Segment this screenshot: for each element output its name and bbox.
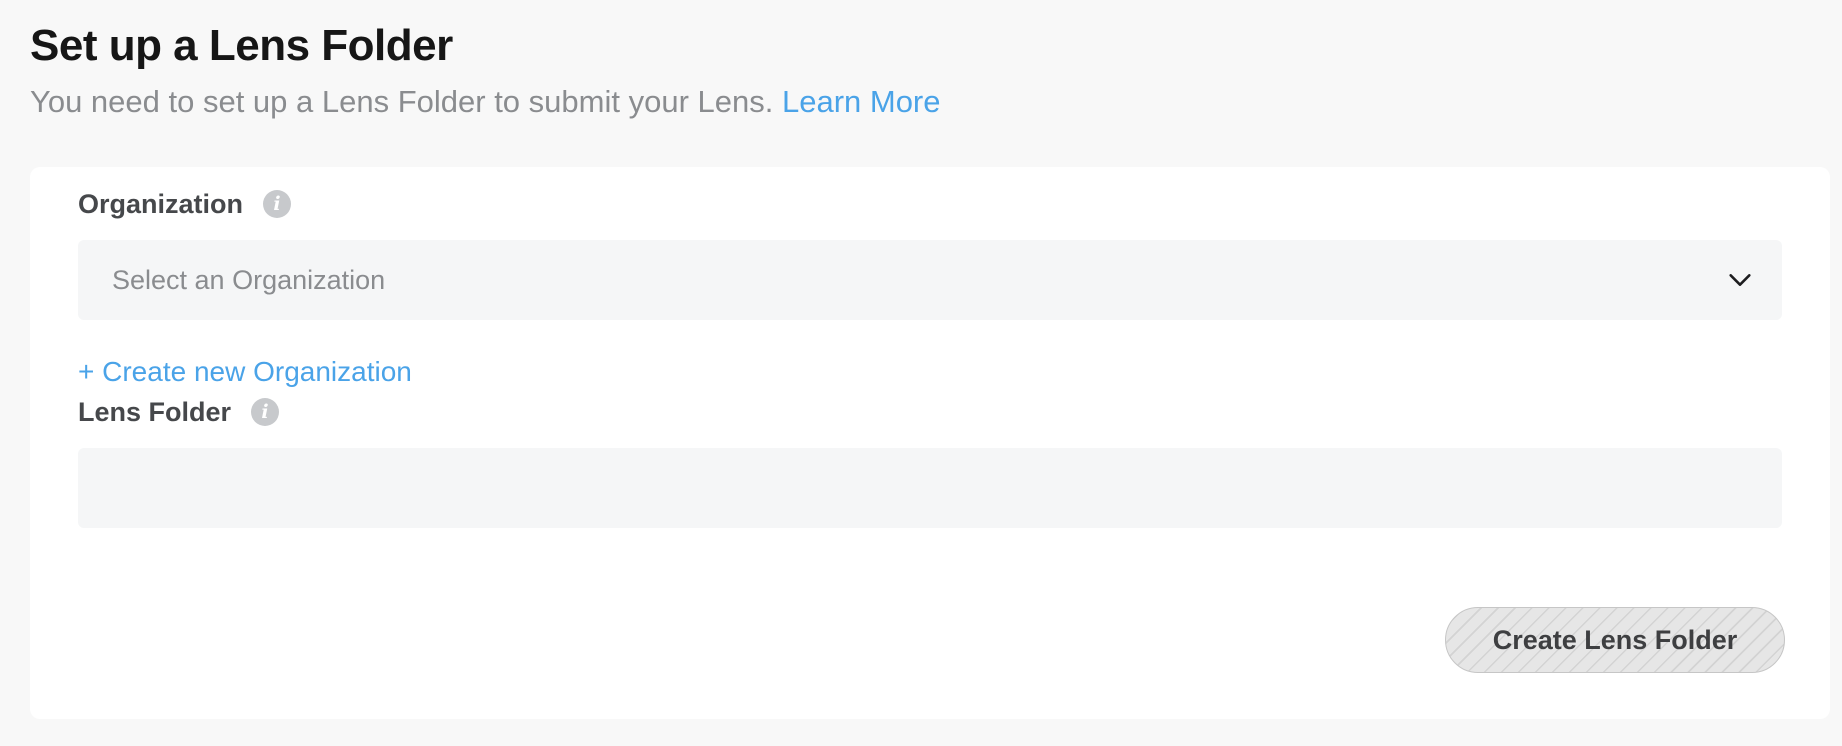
lens-folder-label-row: Lens Folder i (78, 395, 280, 429)
page-title: Set up a Lens Folder (30, 21, 453, 70)
create-lens-folder-button[interactable]: Create Lens Folder (1445, 607, 1785, 673)
create-new-organization-link[interactable]: + Create new Organization (78, 354, 412, 390)
organization-info-icon[interactable]: i (263, 190, 292, 218)
organization-select[interactable]: Select an Organization (78, 240, 1782, 320)
chevron-down-icon (1729, 274, 1751, 286)
learn-more-link[interactable]: Learn More (782, 84, 941, 119)
organization-label: Organization (78, 189, 244, 219)
lens-folder-info-icon[interactable]: i (251, 398, 280, 426)
organization-select-placeholder: Select an Organization (112, 265, 386, 295)
subtitle-text: You need to set up a Lens Folder to subm… (30, 84, 774, 119)
organization-label-row: Organization i (78, 187, 292, 221)
lens-folder-label: Lens Folder (78, 397, 232, 427)
lens-folder-input[interactable] (78, 448, 1782, 528)
lens-folder-form-card: Organization i Select an Organization + … (30, 167, 1830, 719)
page-subtitle: You need to set up a Lens Folder to subm… (30, 82, 941, 122)
